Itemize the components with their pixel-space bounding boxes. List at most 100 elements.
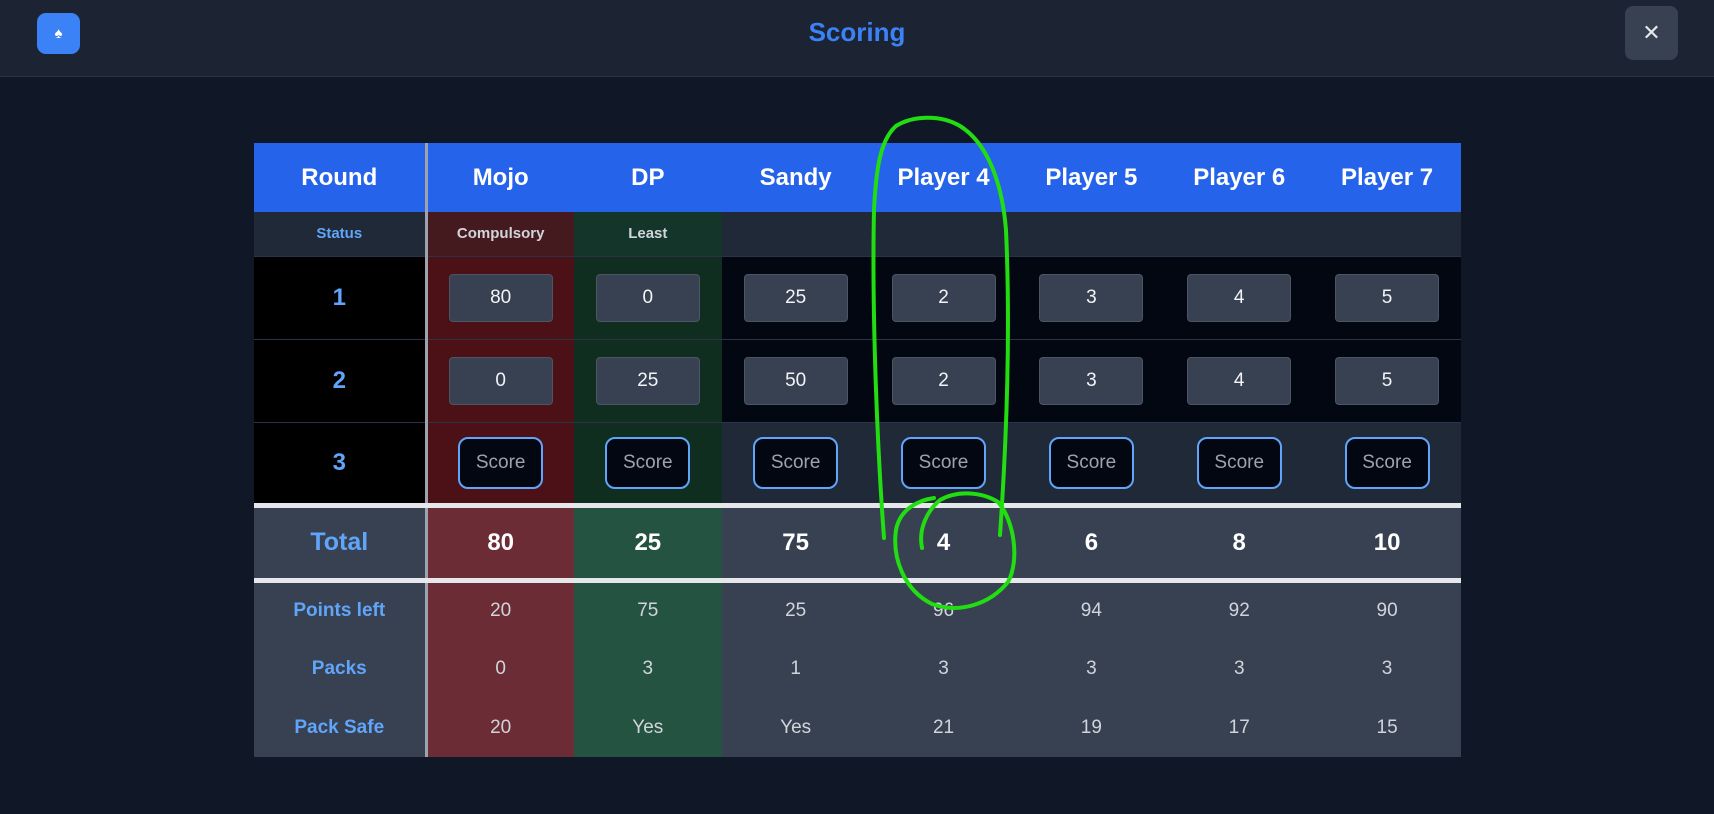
score-cell: Score <box>721 421 870 505</box>
total-value: 10 <box>1313 502 1462 583</box>
score-cell: 4 <box>1165 255 1314 339</box>
stat-label: Points left <box>254 580 428 639</box>
status-label: Status <box>254 212 428 256</box>
header-row: Round Mojo DP Sandy Player 4 Player 5 Player 6… <box>254 143 1462 212</box>
status-cell <box>1313 212 1462 256</box>
round-number: 1 <box>254 255 428 339</box>
page-title: Scoring <box>808 17 906 47</box>
total-value: 4 <box>869 502 1018 583</box>
score-value-box[interactable]: 4 <box>1187 356 1292 405</box>
total-row: Total 80 25 75 4 6 8 10 <box>254 502 1462 583</box>
status-cell <box>869 212 1018 256</box>
total-value: 6 <box>1017 502 1166 583</box>
score-value-box[interactable]: 2 <box>891 356 996 405</box>
score-cell: Score <box>573 421 722 505</box>
score-cell: 25 <box>721 255 870 339</box>
score-button-mojo[interactable]: Score <box>458 436 544 489</box>
score-button-dp[interactable]: Score <box>605 436 691 489</box>
stat-value: 3 <box>573 639 722 698</box>
player-header-player-4: Player 4 <box>869 143 1018 212</box>
score-value-box[interactable]: 25 <box>743 273 848 322</box>
round-number: 3 <box>254 421 428 505</box>
score-button-player-7[interactable]: Score <box>1344 436 1430 489</box>
score-value-box[interactable]: 3 <box>1039 356 1144 405</box>
round-row: 1 80 0 25 2 3 4 5 <box>254 255 1462 339</box>
player-header-sandy: Sandy <box>721 143 870 212</box>
score-button-player-6[interactable]: Score <box>1196 436 1282 489</box>
stat-value: 75 <box>573 580 722 639</box>
total-value: 25 <box>573 502 722 583</box>
stat-value: 20 <box>426 698 574 757</box>
score-cell: 3 <box>1017 338 1166 422</box>
stat-row-packs: Packs 0 3 1 3 3 3 3 <box>254 639 1462 698</box>
stat-value: 96 <box>869 580 1018 639</box>
stat-value: 0 <box>426 639 574 698</box>
stat-value: 92 <box>1165 580 1314 639</box>
score-value-box[interactable]: 0 <box>448 356 553 405</box>
top-bar: ♠ Scoring ✕ <box>0 0 1714 77</box>
close-button[interactable]: ✕ <box>1625 6 1678 60</box>
stat-value: 1 <box>721 639 870 698</box>
stat-value: 3 <box>869 639 1018 698</box>
score-cell: 3 <box>1017 255 1166 339</box>
scoring-table: Round Mojo DP Sandy Player 4 Player 5 Player 6… <box>254 143 1462 757</box>
player-header-player-5: Player 5 <box>1017 143 1166 212</box>
stat-row-points-left: Points left 20 75 25 96 94 92 90 <box>254 580 1462 639</box>
score-button-sandy[interactable]: Score <box>753 436 839 489</box>
stat-value: Yes <box>721 698 870 757</box>
score-cell: 5 <box>1313 255 1462 339</box>
stat-value: 21 <box>869 698 1018 757</box>
stat-value: 20 <box>426 580 574 639</box>
score-cell: 2 <box>869 338 1018 422</box>
score-cell: Score <box>426 421 574 505</box>
score-value-box[interactable]: 0 <box>595 273 700 322</box>
score-cell: 80 <box>426 255 574 339</box>
score-cell: Score <box>1313 421 1462 505</box>
round-header: Round <box>254 143 428 212</box>
status-row: Status Compulsory Least <box>254 212 1462 256</box>
total-value: 75 <box>721 502 870 583</box>
score-cell: 25 <box>573 338 722 422</box>
score-cell: 0 <box>573 255 722 339</box>
score-value-box[interactable]: 5 <box>1335 356 1440 405</box>
score-value-box[interactable]: 2 <box>891 273 996 322</box>
status-cell: Compulsory <box>426 212 574 256</box>
score-cell: Score <box>869 421 1018 505</box>
score-cell: 4 <box>1165 338 1314 422</box>
stat-value: 94 <box>1017 580 1166 639</box>
score-button-player-5[interactable]: Score <box>1048 436 1134 489</box>
status-cell: Least <box>573 212 722 256</box>
stat-value: 15 <box>1313 698 1462 757</box>
total-value: 80 <box>426 502 574 583</box>
score-button-player-4[interactable]: Score <box>901 436 986 489</box>
stat-value: Yes <box>573 698 722 757</box>
total-value: 8 <box>1165 502 1314 583</box>
score-value-box[interactable]: 5 <box>1335 273 1440 322</box>
stat-value: 17 <box>1165 698 1314 757</box>
stat-value: 90 <box>1313 580 1462 639</box>
score-cell: 0 <box>426 338 574 422</box>
score-value-box[interactable]: 50 <box>743 356 848 405</box>
score-value-box[interactable]: 25 <box>595 356 700 405</box>
player-header-player-7: Player 7 <box>1313 143 1462 212</box>
status-cell <box>721 212 870 256</box>
round-number: 2 <box>254 338 428 422</box>
stat-value: 19 <box>1017 698 1166 757</box>
stat-label: Pack Safe <box>254 698 428 757</box>
score-cell: 2 <box>869 255 1018 339</box>
stat-value: 25 <box>721 580 870 639</box>
score-value-box[interactable]: 3 <box>1039 273 1144 322</box>
score-cell: Score <box>1165 421 1314 505</box>
stat-label: Packs <box>254 639 428 698</box>
status-cell <box>1165 212 1314 256</box>
status-badge: Compulsory <box>456 225 545 243</box>
stat-value: 3 <box>1017 639 1166 698</box>
status-badge: Least <box>628 225 668 243</box>
stat-value: 3 <box>1313 639 1462 698</box>
score-value-box[interactable]: 80 <box>448 273 553 322</box>
score-value-box[interactable]: 4 <box>1187 273 1292 322</box>
player-header-mojo: Mojo <box>426 143 574 212</box>
round-row: 2 0 25 50 2 3 4 5 <box>254 338 1462 422</box>
current-round-row: 3 Score Score Score Score Score Score Score <box>254 421 1462 505</box>
player-header-player-6: Player 6 <box>1165 143 1314 212</box>
